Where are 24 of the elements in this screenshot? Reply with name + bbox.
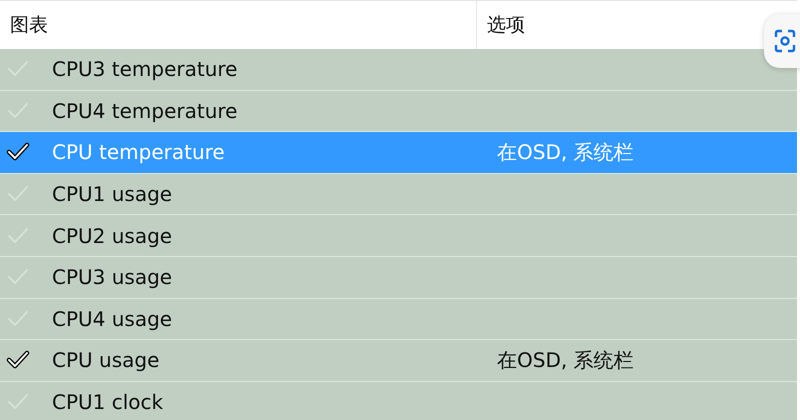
chart-name: CPU usage (52, 348, 160, 372)
scan-icon (774, 29, 796, 53)
table-row[interactable]: CPU1 clock (0, 382, 797, 420)
chart-name: CPU temperature (52, 140, 226, 164)
table-row[interactable]: CPU4 usage (0, 298, 797, 340)
chart-name: CPU1 usage (52, 182, 174, 206)
chart-name: CPU4 temperature (52, 98, 238, 123)
chart-options: 在OSD, 系统栏 (497, 138, 797, 166)
table-row[interactable]: CPU3 temperature (0, 49, 797, 91)
column-header[interactable]: 图表 (10, 12, 48, 38)
table-row[interactable]: CPU2 usage (0, 215, 797, 257)
table-row[interactable]: CPU1 usage (0, 174, 797, 216)
table-row[interactable]: CPU3 usage (0, 256, 797, 299)
chart-name: CPU3 usage (52, 265, 174, 290)
chart-name: CPU3 temperature (52, 57, 238, 82)
chart-name: CPU4 usage (52, 306, 174, 331)
chart-name: CPU2 usage (52, 224, 174, 248)
table-row[interactable]: CPU usage 在OSD, 系统栏 (0, 340, 797, 382)
table-row[interactable]: CPU4 temperature (0, 90, 797, 132)
chart-name: CPU1 clock (52, 390, 164, 414)
column-header[interactable]: 选项 (487, 12, 525, 38)
checkmark-icon[interactable] (6, 142, 30, 162)
chart-options: 在OSD, 系统栏 (497, 346, 797, 374)
checkmark-icon[interactable] (6, 350, 30, 370)
